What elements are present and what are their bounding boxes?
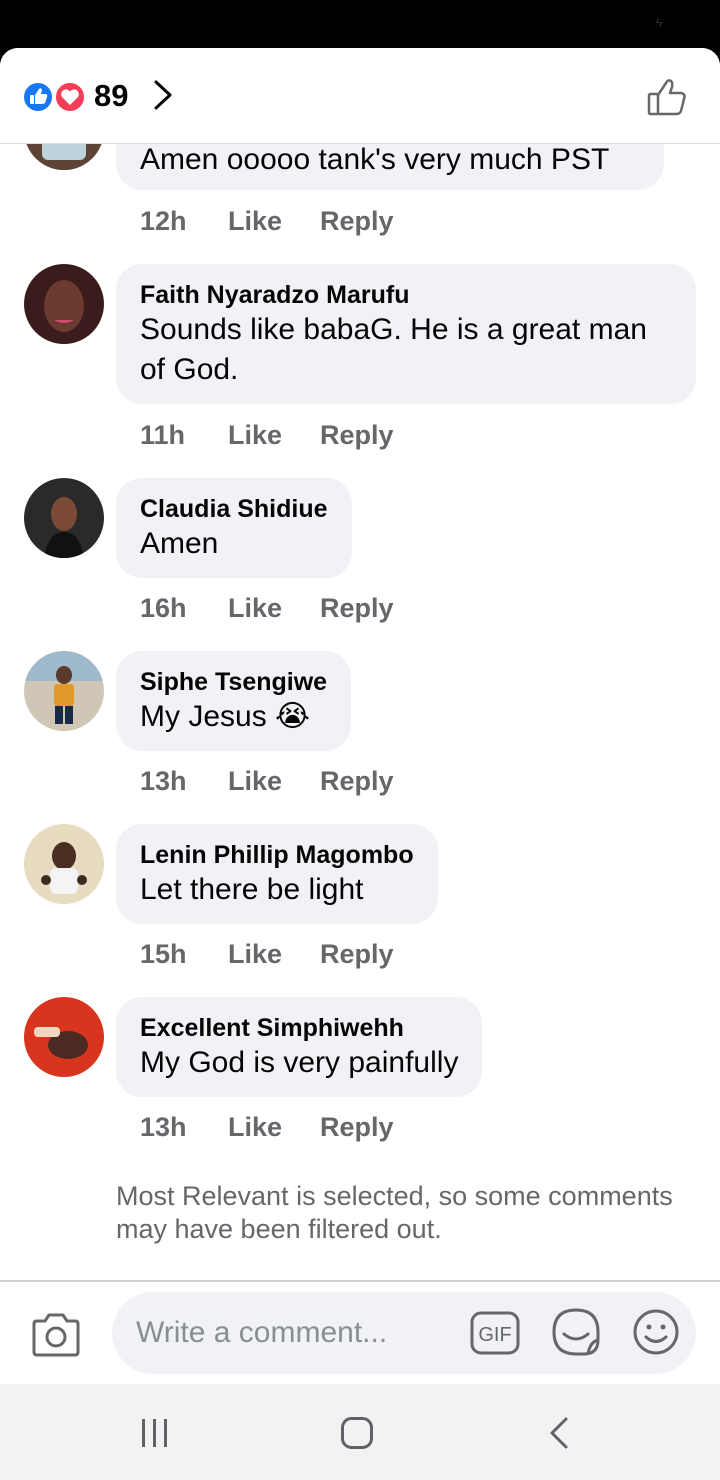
home-icon[interactable] [340,1416,374,1450]
like-link[interactable]: Like [228,939,282,970]
reply-link[interactable]: Reply [320,939,394,970]
sticker-icon[interactable] [550,1306,602,1358]
svg-text:GIF: GIF [478,1324,511,1346]
comment-input-placeholder: Write a comment... [136,1316,388,1349]
comment-author[interactable]: Siphe Tsengiwe [140,667,327,697]
comment-author[interactable]: Faith Nyaradzo Marufu [140,280,672,310]
thumbs-up-outline-icon[interactable] [644,74,690,120]
like-link[interactable]: Like [228,206,282,237]
status-bar: ϟ [0,0,720,48]
comment-timestamp[interactable]: 11h [140,420,185,451]
avatar[interactable] [24,651,104,731]
comment-input[interactable]: Write a comment... GIF [112,1292,696,1374]
comment-timestamp[interactable]: 12h [140,206,187,237]
filter-notice: Most Relevant is selected, so some comme… [116,1181,673,1244]
comment-timestamp[interactable]: 13h [140,766,187,797]
avatar[interactable] [24,264,104,344]
comment-author[interactable]: Lenin Phillip Magombo [140,840,414,870]
comment-bubble: Amen ooooo tank's very much PST [116,144,664,190]
comment-text: My Jesus 😭 [140,700,311,733]
comment-timestamp[interactable]: 15h [140,939,187,970]
reply-link[interactable]: Reply [320,1112,394,1143]
comment-bubble: Faith Nyaradzo Marufu Sounds like babaG.… [116,264,696,404]
comment-author[interactable]: Excellent Simphiwehh [140,1013,458,1043]
recent-apps-icon[interactable] [138,1418,172,1448]
chevron-right-icon[interactable] [150,78,176,112]
gif-icon[interactable]: GIF [470,1310,520,1356]
avatar[interactable] [24,824,104,904]
avatar[interactable] [24,478,104,558]
comment-bubble: Claudia Shidiue Amen [116,478,352,578]
love-icon [54,81,86,113]
like-icon [22,81,54,113]
comment-author[interactable]: Claudia Shidiue [140,494,328,524]
reply-link[interactable]: Reply [320,206,394,237]
reaction-icons[interactable] [22,81,90,113]
avatar[interactable] [24,144,104,170]
avatar[interactable] [24,997,104,1077]
emoji-icon[interactable] [632,1308,680,1356]
like-link[interactable]: Like [228,593,282,624]
back-icon[interactable] [546,1416,572,1450]
reply-link[interactable]: Reply [320,766,394,797]
comment-bubble: Excellent Simphiwehh My God is very pain… [116,997,483,1097]
comment-timestamp[interactable]: 13h [140,1112,187,1143]
comment-text: Let there be light [140,873,364,906]
comment-text: Sounds like babaG. He is a great man of … [140,313,647,386]
reply-link[interactable]: Reply [320,420,394,451]
comment-text: Amen ooooo tank's very much PST [140,144,610,176]
comments-list[interactable]: Amen ooooo tank's very much PST 12h Like… [0,144,720,1280]
reaction-count[interactable]: 89 [94,78,128,114]
comments-sheet: 89 Amen ooooo tank's very much PST 12h L… [0,48,720,1384]
like-link[interactable]: Like [228,766,282,797]
comment-text: My God is very painfully [140,1046,459,1079]
reply-link[interactable]: Reply [320,593,394,624]
comment-timestamp[interactable]: 16h [140,593,187,624]
comment-bubble: Lenin Phillip Magombo Let there be light [116,824,438,924]
charging-icon: ϟ [656,16,663,30]
system-nav-bar [0,1384,720,1480]
reactions-header: 89 [0,48,720,144]
camera-icon[interactable] [30,1312,82,1358]
comment-composer: Write a comment... GIF [0,1280,720,1384]
like-link[interactable]: Like [228,420,282,451]
comment-bubble: Siphe Tsengiwe My Jesus 😭 [116,651,352,751]
like-link[interactable]: Like [228,1112,282,1143]
comment-text: Amen [140,527,219,560]
